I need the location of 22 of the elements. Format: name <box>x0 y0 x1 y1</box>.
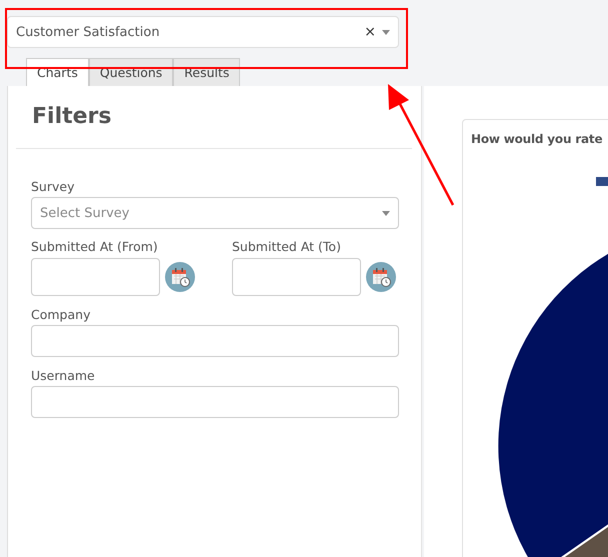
survey-combobox[interactable]: Customer Satisfaction × <box>7 16 399 48</box>
calendar-clock-icon[interactable] <box>366 262 396 292</box>
chart-title: How would you rate <box>470 131 604 146</box>
combobox-value: Customer Satisfaction <box>16 24 161 40</box>
filters-heading: Filters <box>31 103 112 131</box>
caret-icon <box>382 30 390 34</box>
select-placeholder: Select Survey <box>40 206 130 220</box>
calendar-clock-icon[interactable] <box>165 262 195 292</box>
date-input[interactable] <box>31 258 160 296</box>
tab[interactable]: Questions <box>88 58 174 86</box>
field-label: Submitted At (To) <box>232 239 342 256</box>
field-label: Submitted At (From) <box>31 239 159 256</box>
field-label: Username <box>31 368 96 385</box>
text-input[interactable] <box>31 325 399 357</box>
legend-swatch <box>596 177 608 186</box>
caret-icon <box>382 210 390 216</box>
field-label: Survey <box>31 179 76 196</box>
text-input[interactable] <box>31 386 399 418</box>
date-input[interactable] <box>232 258 361 296</box>
clear-button[interactable]: × <box>364 24 376 40</box>
field-label: Company <box>31 307 92 324</box>
survey-select[interactable]: Select Survey <box>31 197 399 229</box>
